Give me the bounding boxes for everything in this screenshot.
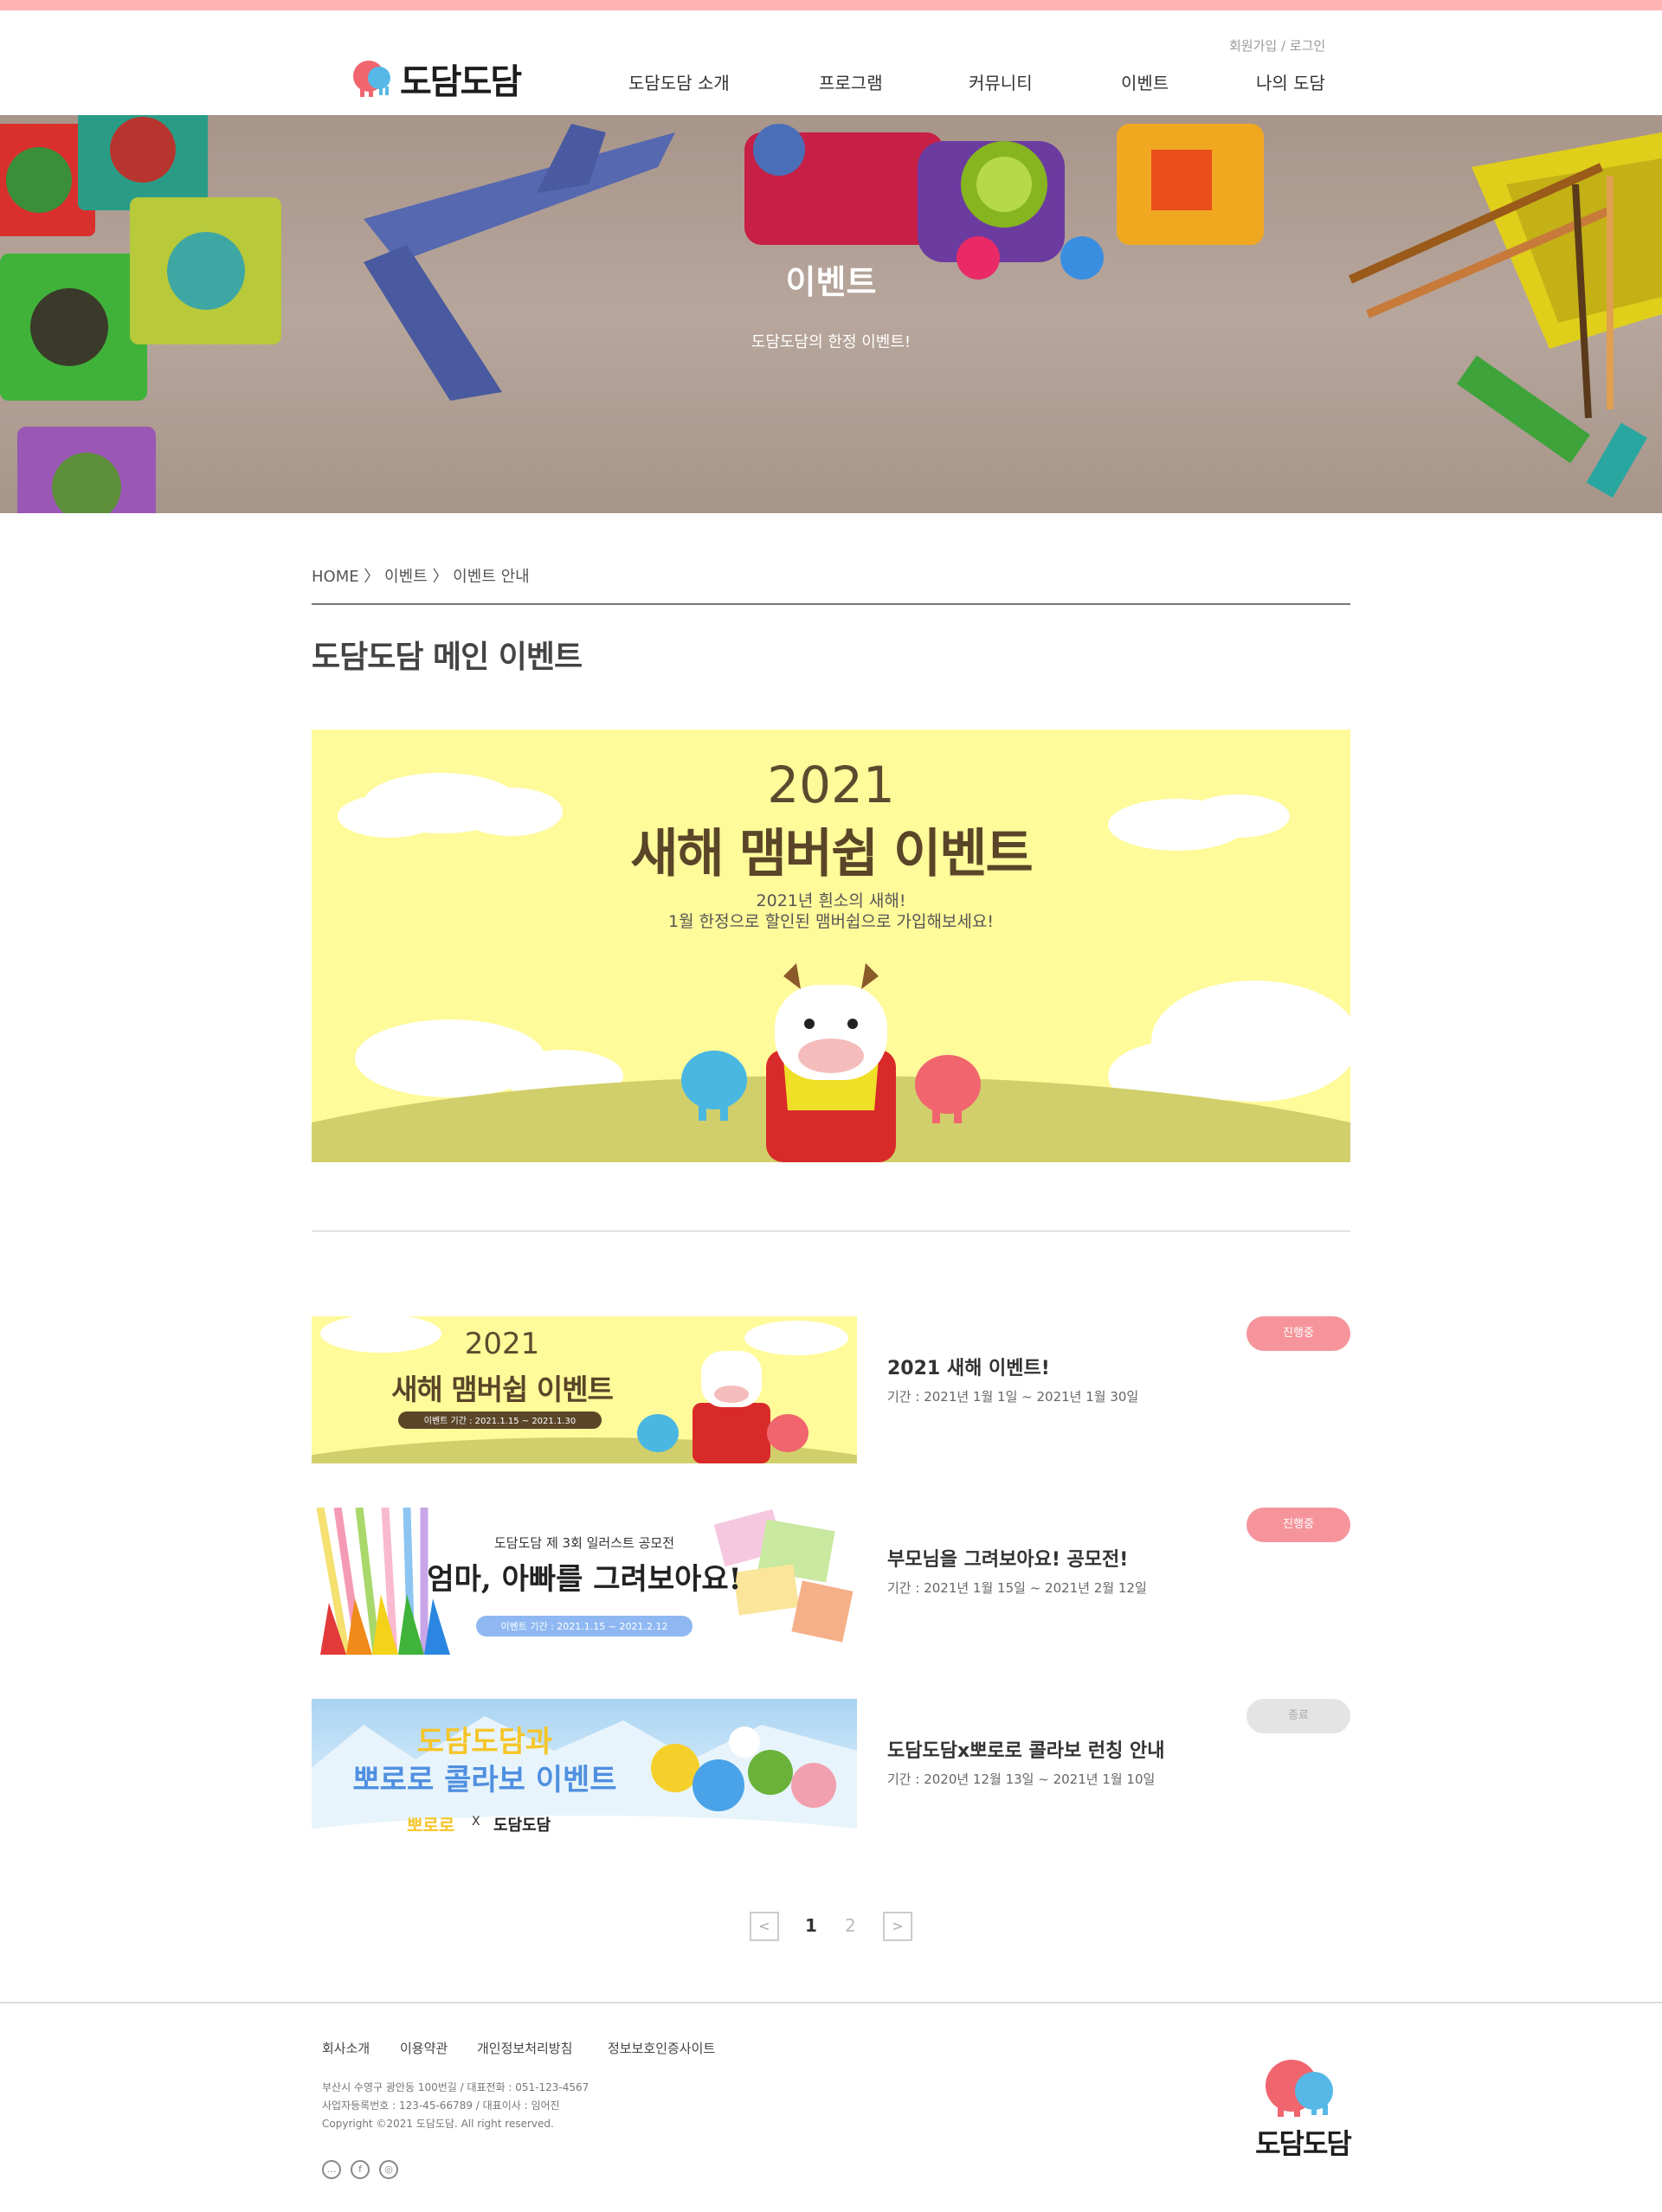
hero-title: 이벤트 [785, 263, 877, 301]
nav-item-event[interactable]: 이벤트 [1121, 69, 1169, 94]
banner-desc-line1: 2021년 흰소의 새해! [756, 891, 906, 910]
footer-logo: 도담도담 [1246, 2051, 1359, 2164]
footer-logo-text: 도담도담 [1255, 2127, 1352, 2160]
thumb-title: 새해 맴버쉽 이벤트 [391, 1373, 614, 1406]
event-title[interactable]: 도담도담x뽀로로 콜라보 런칭 안내 [887, 1735, 1165, 1763]
breadcrumb-divider [312, 603, 1350, 605]
event-period: 기간 : 2020년 12월 13일 ~ 2021년 1월 10일 [887, 1772, 1156, 1787]
logo-mascot-icon [353, 61, 390, 97]
instagram-icon[interactable]: ◎ [379, 2160, 398, 2179]
footer-address: 부산시 수영구 광안동 100번길 / 대표전화 : 051-123-4567 [322, 2081, 589, 2093]
footer-link-terms[interactable]: 이용약관 [400, 2039, 448, 2057]
event-period: 기간 : 2021년 1월 1일 ~ 2021년 1월 30일 [887, 1389, 1139, 1405]
thumb-period: 이벤트 기간 : 2021.1.15 ~ 2021.2.12 [500, 1621, 668, 1632]
event-list-item[interactable]: 도담도담 제 3회 일러스트 공모전 엄마, 아빠를 그려보아요! 이벤트 기간… [312, 1508, 1350, 1655]
thumb-dodam-logo: 도담도담 [493, 1817, 551, 1835]
event-list-item[interactable]: 도담도담과 뽀로로 콜라보 이벤트 뽀로로 X 도담도담 도담도담x뽀로로 콜라… [312, 1699, 1350, 1846]
nav-item-my[interactable]: 나의 도담 [1256, 69, 1325, 94]
status-badge: 종료 [1246, 1699, 1350, 1733]
pagination: < 1 2 > [750, 1912, 923, 1941]
footer-copyright: Copyright ©2021 도담도담. All right reserved… [322, 2118, 554, 2130]
hero-toys-illustration [0, 115, 1662, 513]
page-title: 도담도담 메인 이벤트 [312, 640, 583, 675]
event-thumbnail[interactable]: 도담도담 제 3회 일러스트 공모전 엄마, 아빠를 그려보아요! 이벤트 기간… [312, 1508, 857, 1655]
banner-year: 2021 [767, 756, 895, 814]
nav-item-program[interactable]: 프로그램 [819, 69, 883, 94]
event-list-item[interactable]: 2021 새해 맴버쉽 이벤트 이벤트 기간 : 2021.1.15 ~ 202… [312, 1316, 1350, 1463]
nav-item-about[interactable]: 도담도담 소개 [628, 69, 730, 94]
thumb-title-line1: 도담도담과 [416, 1725, 553, 1759]
thumb-title: 엄마, 아빠를 그려보아요! [427, 1562, 742, 1597]
banner-desc-line2: 1월 한정으로 할인된 맴버쉽으로 가입해보세요! [668, 912, 994, 931]
page-number[interactable]: 2 [845, 1915, 856, 1936]
event-title[interactable]: 2021 새해 이벤트! [887, 1353, 1050, 1380]
footer-business-info: 사업자등록번호 : 123-45-66789 / 대표이사 : 임어진 [322, 2099, 560, 2112]
logo[interactable]: 도담도담 [348, 45, 522, 104]
logo-text: 도담도담 [400, 62, 522, 102]
page-number-current[interactable]: 1 [805, 1915, 817, 1936]
thumb-year: 2021 [464, 1327, 540, 1361]
talk-icon[interactable]: … [322, 2160, 341, 2179]
thumb-pororo-logo: 뽀로로 [407, 1815, 455, 1836]
hero-subtitle: 도담도담의 한정 이벤트! [750, 333, 912, 351]
facebook-icon[interactable]: f [351, 2160, 370, 2179]
banner-title: 새해 맴버쉽 이벤트 [630, 824, 1033, 884]
footer-divider [0, 2002, 1662, 2003]
event-thumbnail[interactable]: 도담도담과 뽀로로 콜라보 이벤트 뽀로로 X 도담도담 [312, 1699, 857, 1846]
thumb-x-mark: X [472, 1815, 480, 1829]
prev-page-button[interactable]: < [750, 1912, 779, 1941]
main-event-banner[interactable]: 2021 새해 맴버쉽 이벤트 2021년 흰소의 새해! 1월 한정으로 할인… [312, 730, 1350, 1162]
header: 도담도담 회원가입 / 로그인 도담도담 소개 프로그램 커뮤니티 이벤트 나의… [0, 10, 1662, 115]
nav-item-community[interactable]: 커뮤니티 [969, 69, 1033, 94]
event-thumbnail[interactable]: 2021 새해 맴버쉽 이벤트 이벤트 기간 : 2021.1.15 ~ 202… [312, 1316, 857, 1463]
footer-link-security[interactable]: 정보보호인증사이트 [608, 2039, 715, 2057]
thumb-title-line2: 뽀로로 콜라보 이벤트 [352, 1763, 617, 1797]
hero-banner: 이벤트 도담도담의 한정 이벤트! [0, 115, 1662, 513]
next-page-button[interactable]: > [883, 1912, 912, 1941]
status-badge: 진행중 [1246, 1508, 1350, 1542]
thumb-period: 이벤트 기간 : 2021.1.15 ~ 2021.1.30 [423, 1417, 577, 1426]
footer-mascot-icon [1266, 2060, 1333, 2117]
breadcrumb: HOME 〉 이벤트 〉 이벤트 안내 [312, 568, 530, 586]
status-badge: 진행중 [1246, 1316, 1350, 1351]
event-period: 기간 : 2021년 1월 15일 ~ 2021년 2월 12일 [887, 1580, 1147, 1596]
footer-link-privacy[interactable]: 개인정보처리방침 [477, 2039, 572, 2057]
event-title[interactable]: 부모님을 그려보아요! 공모전! [887, 1544, 1128, 1572]
top-accent-bar [0, 0, 1662, 10]
thumb-caption: 도담도담 제 3회 일러스트 공모전 [493, 1535, 675, 1551]
footer-link-company[interactable]: 회사소개 [322, 2039, 370, 2057]
signup-login-link[interactable]: 회원가입 / 로그인 [1229, 36, 1325, 55]
